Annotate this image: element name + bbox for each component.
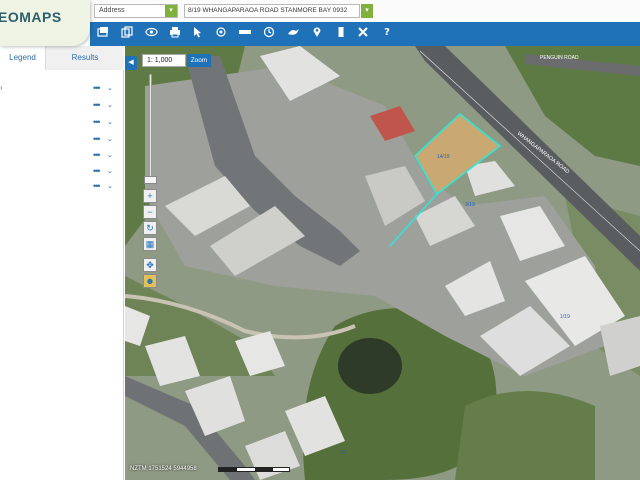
pin-icon[interactable] <box>310 26 324 40</box>
map-view[interactable]: WHANGAPARAOA ROAD PENGUIN ROAD 14/19 3/1… <box>125 46 640 480</box>
search-type-select[interactable]: Address ▾ <box>94 4 178 18</box>
layer-row: ••• ⌄ <box>0 134 124 146</box>
chevron-down-icon[interactable]: ⌄ <box>107 167 115 177</box>
measure-icon[interactable] <box>238 26 252 40</box>
layer-menu-icon[interactable]: ••• <box>93 167 105 177</box>
print-icon[interactable] <box>168 26 182 40</box>
header-bar: Address ▾ 8/19 WHANGAPARAOA ROAD STANMOR… <box>0 0 640 22</box>
zoom-out-button[interactable]: − <box>143 205 157 219</box>
parcel-label: 16 <box>340 450 346 456</box>
expand-icon[interactable]: › <box>0 85 6 93</box>
aerial-imagery: WHANGAPARAOA ROAD PENGUIN ROAD 14/19 3/1… <box>125 46 640 480</box>
layer-menu-icon[interactable]: ••• <box>93 118 105 128</box>
coordinate-readout: NZTM 1751524 5944958 <box>130 466 197 472</box>
parcel-label: 1/19 <box>560 314 570 320</box>
layer-menu-icon[interactable]: ••• <box>93 135 105 145</box>
bird-icon[interactable] <box>286 26 300 40</box>
layer-row: ••• ⌄ <box>0 166 124 178</box>
bookmark-icon[interactable] <box>334 26 348 40</box>
locate-icon[interactable] <box>214 26 228 40</box>
search-type-value: Address <box>99 7 125 14</box>
layer-menu-icon[interactable]: ••• <box>93 182 105 192</box>
chevron-down-icon[interactable]: ⌄ <box>107 135 115 145</box>
chevron-down-icon[interactable]: ⌄ <box>107 118 115 128</box>
layer-menu-icon[interactable]: ••• <box>93 151 105 161</box>
parcel-label: 3/19 <box>465 202 475 208</box>
layer-row: ••• ⌄ <box>0 150 124 162</box>
zoom-button[interactable]: Zoom <box>187 54 211 67</box>
panel-tabs: Legend Results <box>0 46 124 70</box>
chevron-down-icon[interactable]: ▾ <box>165 5 177 17</box>
tab-results[interactable]: Results <box>46 46 124 70</box>
grid-icon[interactable]: ▦ <box>143 237 157 251</box>
legend-panel: Legend Results › ••• ⌄ ••• ⌄ ••• ⌄ ••• ⌄… <box>0 46 124 480</box>
scale-input[interactable]: 1: 1,000 <box>142 54 186 67</box>
layer-row: ••• ⌄ <box>0 117 124 129</box>
refresh-icon[interactable]: ↻ <box>143 221 157 235</box>
tools-icon[interactable] <box>356 26 370 40</box>
layers-icon[interactable] <box>96 26 110 40</box>
scale-bar <box>218 467 290 472</box>
layer-menu-icon[interactable]: ••• <box>93 84 105 94</box>
logo: EOMAPS <box>0 0 90 46</box>
map-toolbar: ? <box>90 22 640 46</box>
collapse-panel-button[interactable]: ◀ <box>125 56 137 70</box>
clock-icon[interactable] <box>262 26 276 40</box>
copy-icon[interactable] <box>120 26 134 40</box>
chevron-down-icon[interactable]: ⌄ <box>107 101 115 111</box>
road-label: PENGUIN ROAD <box>540 55 579 61</box>
pointer-icon[interactable] <box>190 26 204 40</box>
layer-row: › ••• ⌄ <box>0 83 124 95</box>
chevron-down-icon[interactable]: ⌄ <box>107 84 115 94</box>
layer-row: ••• ⌄ <box>0 181 124 193</box>
eye-icon[interactable] <box>144 26 158 40</box>
geomaps-app: Address ▾ 8/19 WHANGAPARAOA ROAD STANMOR… <box>0 0 640 480</box>
logo-text: EOMAPS <box>0 9 62 25</box>
chevron-down-icon[interactable]: ⌄ <box>107 182 115 192</box>
zoom-slider-track[interactable] <box>149 74 152 184</box>
chevron-down-icon[interactable]: ⌄ <box>107 151 115 161</box>
zoom-in-button[interactable]: + <box>143 189 157 203</box>
layer-row: ••• ⌄ <box>0 100 124 112</box>
locate-me-icon[interactable]: ✥ <box>143 258 157 272</box>
address-search-input[interactable]: 8/19 WHANGAPARAOA ROAD STANMORE BAY 0932 <box>184 4 360 18</box>
person-icon[interactable]: ☻ <box>143 274 157 288</box>
tab-legend[interactable]: Legend <box>0 46 46 70</box>
zoom-slider-handle[interactable] <box>144 176 157 184</box>
layer-menu-icon[interactable]: ••• <box>93 101 105 111</box>
search-go-button[interactable]: ▾ <box>361 4 373 18</box>
help-icon[interactable]: ? <box>380 26 394 40</box>
parcel-label: 14/19 <box>437 154 450 160</box>
address-search-value: 8/19 WHANGAPARAOA ROAD STANMORE BAY 0932 <box>188 7 348 14</box>
